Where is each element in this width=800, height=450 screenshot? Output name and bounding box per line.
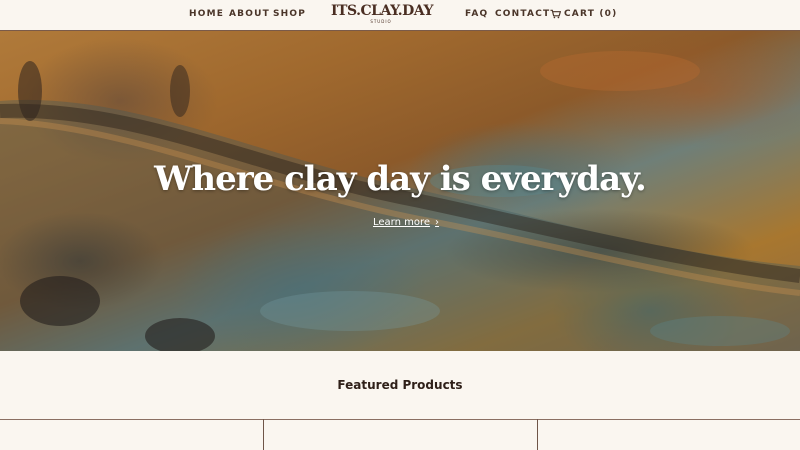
hero-headline: Where clay day is everyday. — [154, 159, 647, 199]
product-card[interactable] — [538, 420, 800, 450]
nav-contact-link[interactable]: CONTACT — [495, 9, 550, 19]
cart-label: CART (0) — [564, 9, 618, 19]
brand-logo[interactable]: ITS.CLAY.DAY STUDIO — [331, 3, 433, 26]
learn-more-label: Learn more — [373, 217, 431, 228]
nav-faq-link[interactable]: FAQ — [465, 9, 488, 19]
nav-about-link[interactable]: ABOUT — [229, 9, 270, 19]
logo-subtitle: STUDIO — [370, 19, 392, 24]
hero-banner: Where clay day is everyday. Learn more › — [0, 31, 800, 351]
nav-home-link[interactable]: HOME — [189, 9, 224, 19]
nav-shop-link[interactable]: SHOP — [273, 9, 306, 19]
chevron-right-icon: › — [435, 217, 440, 228]
learn-more-link[interactable]: Learn more › — [373, 217, 439, 228]
product-card[interactable] — [264, 420, 537, 450]
product-card[interactable] — [0, 420, 263, 450]
top-navigation: HOME ABOUT SHOP ITS.CLAY.DAY STUDIO FAQ … — [0, 0, 800, 31]
featured-products-heading: Featured Products — [337, 378, 463, 392]
nav-cart-link[interactable]: CART (0) — [550, 9, 617, 19]
cart-icon — [550, 9, 561, 19]
logo-wordmark: ITS.CLAY.DAY — [331, 3, 433, 19]
